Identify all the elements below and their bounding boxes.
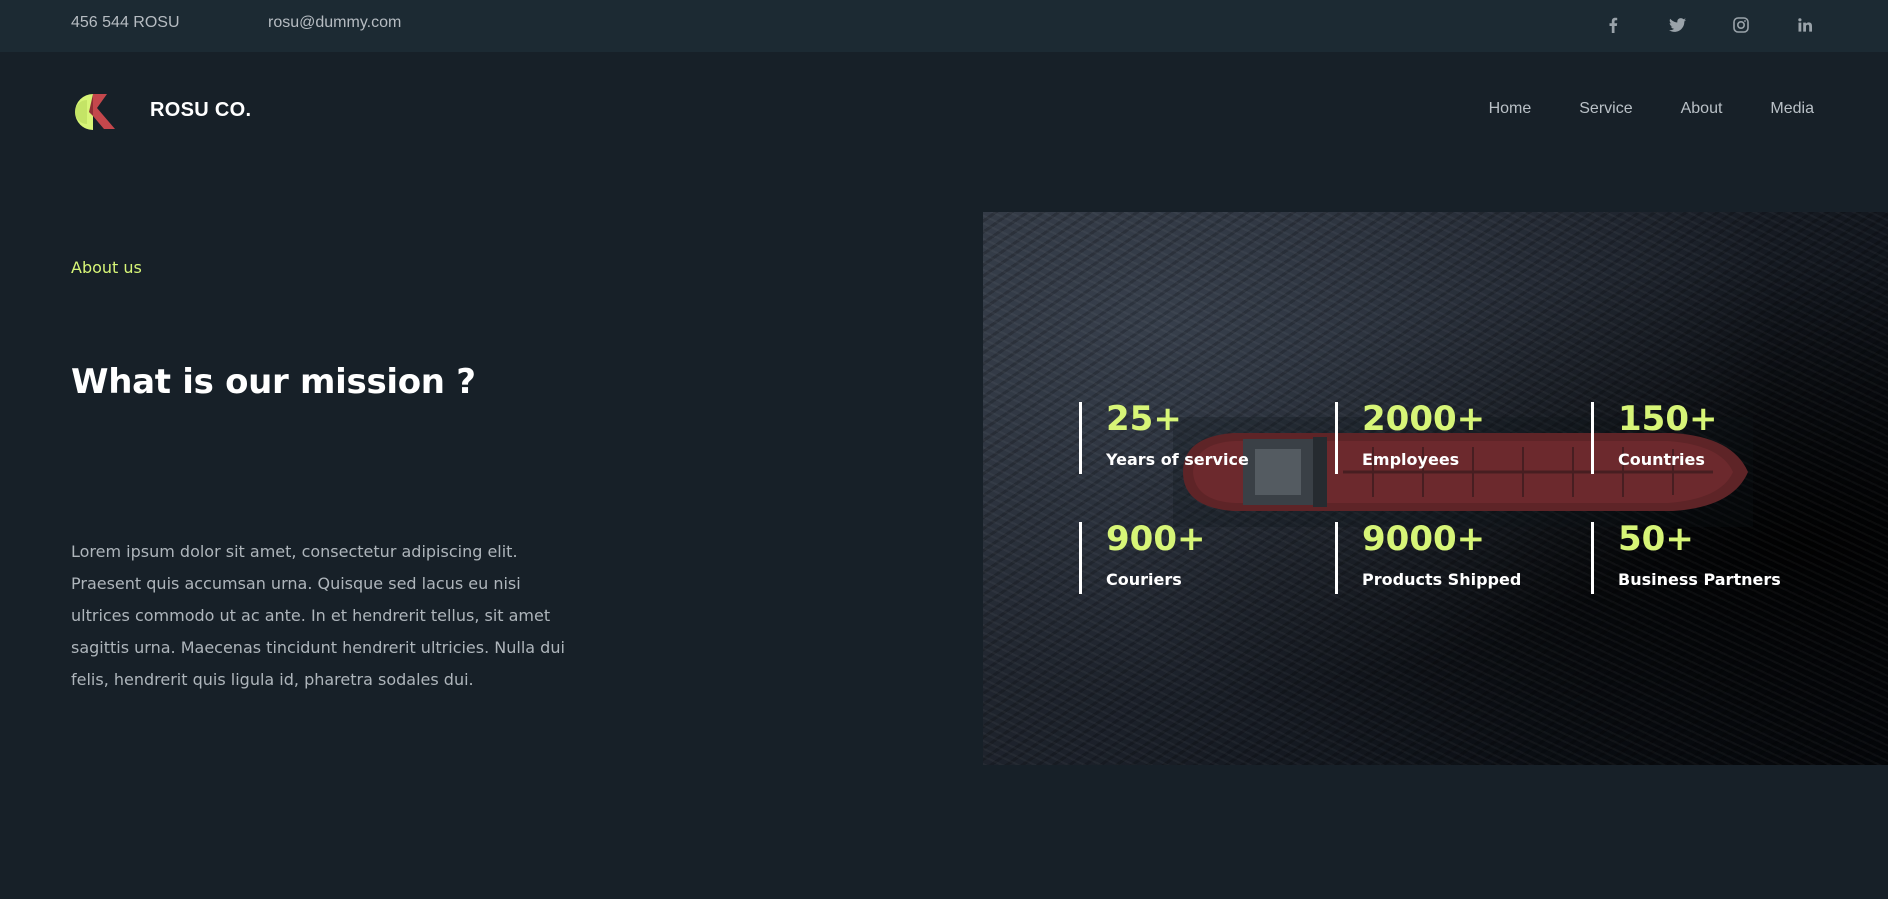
facebook-icon[interactable] [1601, 13, 1625, 37]
stat-item: 9000+ Products Shipped [1335, 522, 1575, 594]
linkedin-icon[interactable] [1793, 13, 1817, 37]
stat-item: 25+ Years of service [1079, 402, 1319, 474]
section-title: What is our mission ? [71, 362, 476, 402]
stat-item: 50+ Business Partners [1591, 522, 1831, 594]
stat-item: 900+ Couriers [1079, 522, 1319, 594]
stat-item: 2000+ Employees [1335, 402, 1575, 474]
nav-about[interactable]: About [1681, 100, 1723, 118]
stat-label: Business Partners [1618, 570, 1781, 589]
twitter-icon[interactable] [1665, 13, 1689, 37]
stat-label: Couriers [1106, 570, 1182, 589]
stat-value: 900+ [1106, 519, 1206, 559]
stat-value: 150+ [1618, 399, 1718, 439]
nav-media[interactable]: Media [1770, 100, 1814, 118]
nav-home[interactable]: Home [1489, 100, 1532, 118]
nav-service[interactable]: Service [1579, 100, 1632, 118]
top-bar: 456 544 ROSU rosu@dummy.com [0, 0, 1888, 52]
stat-label: Countries [1618, 450, 1705, 469]
brand-name[interactable]: ROSU CO. [150, 99, 251, 122]
section-body: Lorem ipsum dolor sit amet, consectetur … [71, 542, 565, 689]
logo[interactable] [71, 92, 127, 130]
stats-image-panel: 25+ Years of service 2000+ Employees 150… [983, 212, 1888, 765]
section-eyebrow: About us [71, 258, 142, 277]
instagram-icon[interactable] [1729, 13, 1753, 37]
stat-label: Employees [1362, 450, 1460, 469]
social-links [1561, 13, 1817, 37]
stat-value: 9000+ [1362, 519, 1486, 559]
stat-value: 2000+ [1362, 399, 1486, 439]
email-link[interactable]: rosu@dummy.com [268, 14, 401, 32]
stat-value: 50+ [1618, 519, 1694, 559]
stat-item: 150+ Countries [1591, 402, 1831, 474]
stat-label: Products Shipped [1362, 570, 1522, 589]
main-nav: Home Service About Media [1441, 100, 1814, 118]
stat-value: 25+ [1106, 399, 1182, 439]
phone-number[interactable]: 456 544 ROSU [71, 14, 180, 32]
stat-label: Years of service [1106, 450, 1249, 469]
